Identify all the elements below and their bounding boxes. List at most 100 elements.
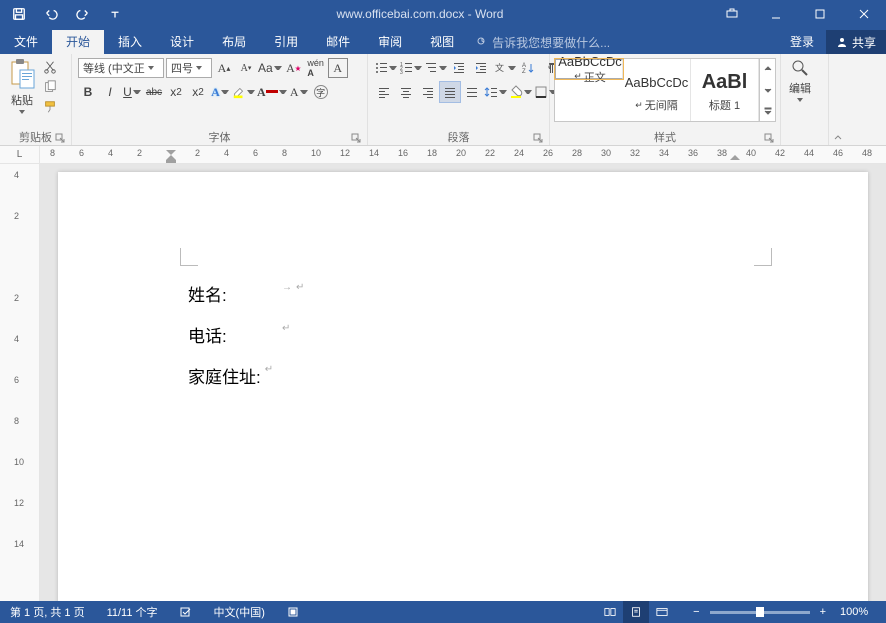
- zoom-thumb[interactable]: [756, 607, 764, 617]
- tab-mailings[interactable]: 邮件: [312, 30, 364, 54]
- style-preview: AaBbCcDc: [625, 67, 689, 97]
- zoom-slider[interactable]: [710, 611, 810, 614]
- zoom-in-button[interactable]: +: [816, 601, 830, 623]
- maximize-button[interactable]: [798, 0, 842, 28]
- redo-button[interactable]: [68, 0, 98, 28]
- share-button[interactable]: 共享: [826, 30, 886, 54]
- clipboard-launcher[interactable]: [53, 131, 67, 145]
- highlight-button[interactable]: [232, 82, 255, 102]
- sort-button[interactable]: AZ: [518, 58, 538, 78]
- close-button[interactable]: [842, 0, 886, 28]
- styles-scroll-down[interactable]: [760, 80, 775, 101]
- font-size-select[interactable]: 四号: [166, 58, 212, 78]
- underline-button[interactable]: U: [122, 82, 142, 102]
- multilevel-button[interactable]: [424, 58, 447, 78]
- phonetic-guide-button[interactable]: wénA: [306, 58, 326, 78]
- document-body[interactable]: 姓名:→↵ 电话:↵ 家庭住址:↵: [188, 276, 304, 398]
- style-preview: AaBbCcDc: [558, 54, 622, 69]
- font-launcher[interactable]: [349, 131, 363, 145]
- font-color-button[interactable]: A: [257, 82, 287, 102]
- text-direction-button[interactable]: 文: [493, 58, 516, 78]
- hruler-scale[interactable]: 8642246810121416182022242628303234363840…: [40, 146, 886, 163]
- change-case-button[interactable]: Aa: [258, 58, 282, 78]
- tab-home[interactable]: 开始: [52, 30, 104, 54]
- para-mark: ↵: [278, 317, 290, 358]
- line-spacing-button[interactable]: [484, 82, 507, 102]
- align-left-button[interactable]: [374, 82, 394, 102]
- spellcheck-status[interactable]: [176, 601, 196, 623]
- align-center-button[interactable]: [396, 82, 416, 102]
- tab-review[interactable]: 审阅: [364, 30, 416, 54]
- collapse-ribbon-button[interactable]: [829, 54, 847, 145]
- document-page[interactable]: 姓名:→↵ 电话:↵ 家庭住址:↵: [58, 172, 868, 601]
- text-effects-button[interactable]: A: [210, 82, 230, 102]
- macro-status[interactable]: [283, 601, 303, 623]
- view-print-button[interactable]: [623, 601, 649, 623]
- undo-button[interactable]: [36, 0, 66, 28]
- editing-label: 编辑: [789, 80, 811, 96]
- decrease-indent-button[interactable]: [449, 58, 469, 78]
- language-status[interactable]: 中文(中国): [210, 601, 269, 623]
- window-buttons: [710, 0, 886, 28]
- ribbon-options-button[interactable]: [710, 0, 754, 28]
- style-heading1[interactable]: AaBl 标题 1: [691, 59, 759, 121]
- styles-launcher[interactable]: [762, 131, 776, 145]
- view-web-button[interactable]: [649, 601, 675, 623]
- style-nospacing[interactable]: AaBbCcDc ↵无间隔: [623, 59, 691, 121]
- distribute-button[interactable]: [462, 82, 482, 102]
- save-button[interactable]: [4, 0, 34, 28]
- align-right-button[interactable]: [418, 82, 438, 102]
- doc-line[interactable]: 电话:↵: [188, 317, 304, 358]
- zoom-level[interactable]: 100%: [836, 601, 880, 623]
- tab-references[interactable]: 引用: [260, 30, 312, 54]
- tab-insert[interactable]: 插入: [104, 30, 156, 54]
- styles-scroll-up[interactable]: [760, 59, 775, 80]
- zoom-out-button[interactable]: −: [689, 601, 703, 623]
- qat-customize[interactable]: [100, 0, 130, 28]
- view-read-button[interactable]: [597, 601, 623, 623]
- page-number-status[interactable]: 第 1 页, 共 1 页: [6, 601, 89, 623]
- increase-indent-button[interactable]: [471, 58, 491, 78]
- word-count-status[interactable]: 11/11 个字: [103, 601, 162, 623]
- tab-view[interactable]: 视图: [416, 30, 468, 54]
- tell-me-search[interactable]: 告诉我您想要做什么...: [468, 30, 610, 54]
- tab-layout[interactable]: 布局: [208, 30, 260, 54]
- doc-line[interactable]: 家庭住址:↵: [188, 358, 304, 399]
- ribbon-tabs: 文件 开始 插入 设计 布局 引用 邮件 审阅 视图 告诉我您想要做什么... …: [0, 28, 886, 54]
- char-shading-button[interactable]: A: [289, 82, 309, 102]
- shading-button[interactable]: [509, 82, 532, 102]
- style-normal[interactable]: AaBbCcDc ↵正文: [555, 59, 623, 79]
- tab-selector[interactable]: L: [0, 146, 40, 163]
- superscript-button[interactable]: x2: [188, 82, 208, 102]
- cut-button[interactable]: [40, 58, 60, 76]
- minimize-button[interactable]: [754, 0, 798, 28]
- styles-more[interactable]: [760, 100, 775, 121]
- clear-format-button[interactable]: A⭑: [284, 58, 304, 78]
- align-justify-button[interactable]: [440, 82, 460, 102]
- document-scroll[interactable]: 姓名:→↵ 电话:↵ 家庭住址:↵: [40, 164, 886, 601]
- style-preview: AaBl: [702, 67, 748, 97]
- paste-button[interactable]: 粘贴: [4, 56, 40, 116]
- copy-button[interactable]: [40, 78, 60, 96]
- bold-button[interactable]: B: [78, 82, 98, 102]
- subscript-button[interactable]: x2: [166, 82, 186, 102]
- editing-button[interactable]: 编辑: [785, 56, 815, 104]
- strike-button[interactable]: abc: [144, 82, 164, 102]
- shrink-font-button[interactable]: A▾: [236, 58, 256, 78]
- numbering-button[interactable]: 123: [399, 58, 422, 78]
- login-button[interactable]: 登录: [778, 30, 826, 54]
- enclose-char-button[interactable]: 字: [311, 82, 331, 102]
- paragraph-launcher[interactable]: [531, 131, 545, 145]
- tab-file[interactable]: 文件: [0, 30, 52, 54]
- char-border-button[interactable]: A: [328, 58, 348, 78]
- bullets-button[interactable]: [374, 58, 397, 78]
- font-name-select[interactable]: 等线 (中文正: [78, 58, 164, 78]
- format-painter-button[interactable]: [40, 98, 60, 116]
- svg-text:文: 文: [495, 62, 504, 73]
- italic-button[interactable]: I: [100, 82, 120, 102]
- tab-design[interactable]: 设计: [156, 30, 208, 54]
- doc-line[interactable]: 姓名:→↵: [188, 276, 304, 317]
- ruler-vertical[interactable]: 422468101214: [0, 164, 40, 601]
- grow-font-button[interactable]: A▴: [214, 58, 234, 78]
- ribbon: 粘贴 剪贴板 等线 (中文正 四号 A▴ A▾ Aa A⭑ wénA A: [0, 54, 886, 146]
